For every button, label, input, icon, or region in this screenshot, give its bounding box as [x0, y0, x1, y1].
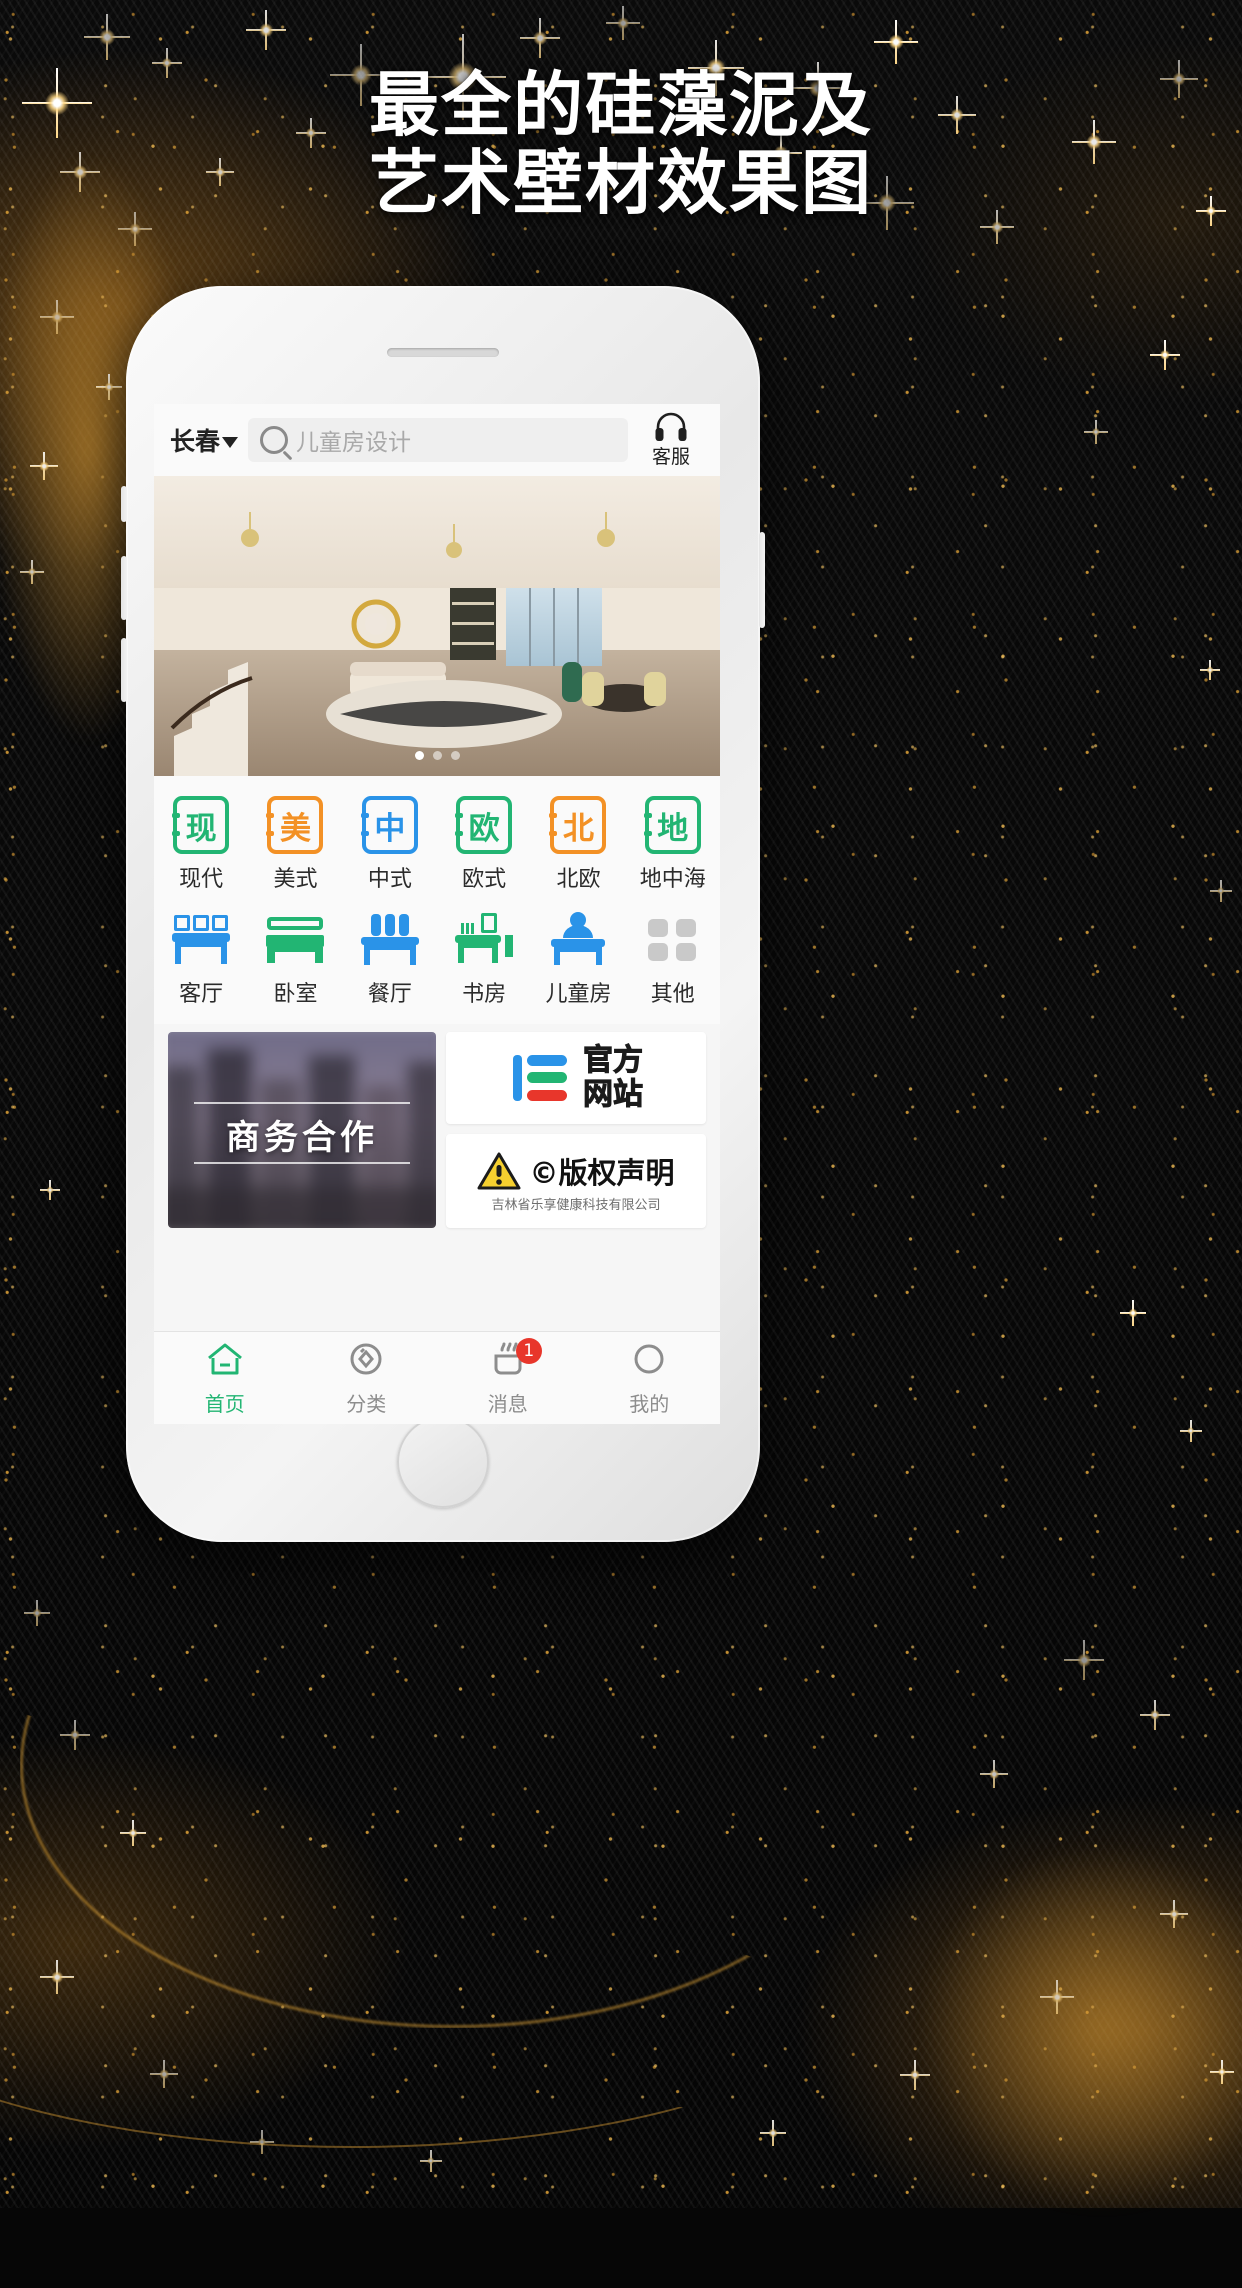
- style-category-label: 欧式: [462, 861, 506, 893]
- official-site-card[interactable]: 官方 网站: [446, 1032, 706, 1124]
- room-category-1[interactable]: 卧室: [248, 903, 342, 1018]
- dining-icon: [359, 911, 421, 969]
- style-category-0[interactable]: 现现代: [154, 788, 248, 903]
- room-category-label: 儿童房: [545, 976, 611, 1008]
- promo-divider-bottom: [194, 1162, 410, 1164]
- city-label: 长春: [170, 422, 220, 458]
- search-input[interactable]: 儿童房设计: [248, 418, 628, 462]
- app-topbar: 长春 儿童房设计 客服: [154, 404, 720, 476]
- official-site-line2: 网站: [583, 1080, 643, 1110]
- home-icon: [205, 1340, 245, 1383]
- message-badge: 1: [516, 1338, 542, 1364]
- tab-首页[interactable]: 首页: [154, 1332, 296, 1424]
- customer-service-label: 客服: [652, 442, 690, 469]
- hero-banner[interactable]: [154, 476, 720, 776]
- business-cooperation-card[interactable]: 商务合作: [168, 1032, 436, 1228]
- style-glyph-icon: 欧: [456, 796, 512, 854]
- headline-line-2: 艺术壁材效果图: [0, 144, 1242, 222]
- room-category-4[interactable]: 儿童房: [531, 903, 625, 1018]
- gold-glow-bottom-right: [842, 1768, 1242, 2288]
- room-category-3[interactable]: 书房: [437, 903, 531, 1018]
- phone-volume-down-button: [121, 638, 127, 702]
- style-glyph-icon: 美: [267, 796, 323, 854]
- tab-消息[interactable]: 消息 1: [437, 1332, 579, 1424]
- bed-icon: [264, 911, 326, 969]
- carousel-dot[interactable]: [451, 751, 460, 760]
- style-category-label: 中式: [368, 861, 412, 893]
- style-category-row: 现现代美美式中中式欧欧式北北欧地地中海: [154, 788, 720, 903]
- grid-icon: [642, 911, 704, 969]
- style-category-4[interactable]: 北北欧: [531, 788, 625, 903]
- tab-分类[interactable]: 分类: [296, 1332, 438, 1424]
- carousel-dots[interactable]: [154, 751, 720, 760]
- business-cooperation-title: 商务合作: [168, 1110, 436, 1159]
- style-category-5[interactable]: 地地中海: [626, 788, 720, 903]
- style-category-2[interactable]: 中中式: [343, 788, 437, 903]
- copyright-company: 吉林省乐享健康科技有限公司: [491, 1194, 660, 1213]
- desk-icon: [453, 911, 515, 969]
- tab-label: 消息: [488, 1388, 528, 1417]
- phone-home-button[interactable]: [397, 1416, 489, 1508]
- style-category-label: 现代: [179, 861, 223, 893]
- phone-power-button: [759, 532, 765, 628]
- tab-label: 首页: [205, 1388, 245, 1417]
- style-category-label: 北欧: [556, 861, 600, 893]
- warning-triangle-icon: [477, 1151, 521, 1191]
- headline-line-1: 最全的硅藻泥及: [0, 66, 1242, 144]
- official-site-text: 官方 网站: [583, 1046, 643, 1110]
- profile-icon: [629, 1340, 669, 1383]
- style-category-1[interactable]: 美美式: [248, 788, 342, 903]
- room-category-2[interactable]: 餐厅: [343, 903, 437, 1018]
- phone-volume-up-button: [121, 556, 127, 620]
- style-glyph-icon: 中: [362, 796, 418, 854]
- phone-mute-switch: [121, 486, 127, 522]
- promo-divider-top: [194, 1102, 410, 1104]
- poster-headline: 最全的硅藻泥及 艺术壁材效果图: [0, 66, 1242, 222]
- customer-service-button[interactable]: 客服: [638, 412, 704, 469]
- room-category-row: 客厅 卧室 餐厅 书房 儿童房 其他: [154, 903, 720, 1018]
- room-category-label: 客厅: [179, 976, 223, 1008]
- search-icon: [260, 426, 288, 454]
- search-placeholder: 儿童房设计: [296, 423, 411, 457]
- room-category-0[interactable]: 客厅: [154, 903, 248, 1018]
- phone-mockup: 长春 儿童房设计 客服 现 现代 美 美式 中 中式 欧 欧式 北 北欧 地 地…: [126, 286, 760, 1542]
- copyright-title: ©版权声明: [529, 1150, 674, 1192]
- promo-section: 商务合作 官方 网站 ©版权声明 吉林省乐享健康科技有限公司: [154, 1024, 720, 1228]
- room-category-label: 其他: [651, 976, 695, 1008]
- carousel-dot[interactable]: [415, 751, 424, 760]
- room-category-label: 书房: [462, 976, 506, 1008]
- carousel-dot[interactable]: [433, 751, 442, 760]
- sofa-icon: [170, 911, 232, 969]
- copyright-row: ©版权声明: [477, 1150, 674, 1192]
- room-category-label: 餐厅: [368, 976, 412, 1008]
- style-glyph-icon: 现: [173, 796, 229, 854]
- category-grid: 现现代美美式中中式欧欧式北北欧地地中海 客厅 卧室 餐厅 书房 儿童房 其他: [154, 776, 720, 1024]
- tab-label: 我的: [629, 1388, 669, 1417]
- copyright-card[interactable]: ©版权声明 吉林省乐享健康科技有限公司: [446, 1134, 706, 1228]
- bottom-tab-bar: 首页 分类 消息 1 我的: [154, 1331, 720, 1424]
- app-screen: 长春 儿童房设计 客服 现 现代 美 美式 中 中式 欧 欧式 北 北欧 地 地…: [154, 404, 720, 1424]
- city-selector[interactable]: 长春: [170, 422, 238, 458]
- style-category-label: 地中海: [640, 861, 706, 893]
- baidu-logo-icon: [509, 1051, 571, 1105]
- room-category-label: 卧室: [273, 976, 317, 1008]
- official-site-line1: 官方: [583, 1046, 643, 1076]
- style-glyph-icon: 地: [645, 796, 701, 854]
- phone-earpiece: [387, 348, 499, 357]
- style-glyph-icon: 北: [550, 796, 606, 854]
- style-category-3[interactable]: 欧欧式: [437, 788, 531, 903]
- category-icon: [346, 1340, 386, 1383]
- style-category-label: 美式: [273, 861, 317, 893]
- hero-image: [154, 476, 720, 776]
- promo-right-column: 官方 网站 ©版权声明 吉林省乐享健康科技有限公司: [446, 1032, 706, 1228]
- room-category-5[interactable]: 其他: [626, 903, 720, 1018]
- kid-chair-icon: [547, 911, 609, 969]
- tab-我的[interactable]: 我的: [579, 1332, 721, 1424]
- tab-label: 分类: [346, 1388, 386, 1417]
- chevron-down-icon: [222, 437, 238, 448]
- headset-icon: [654, 412, 688, 444]
